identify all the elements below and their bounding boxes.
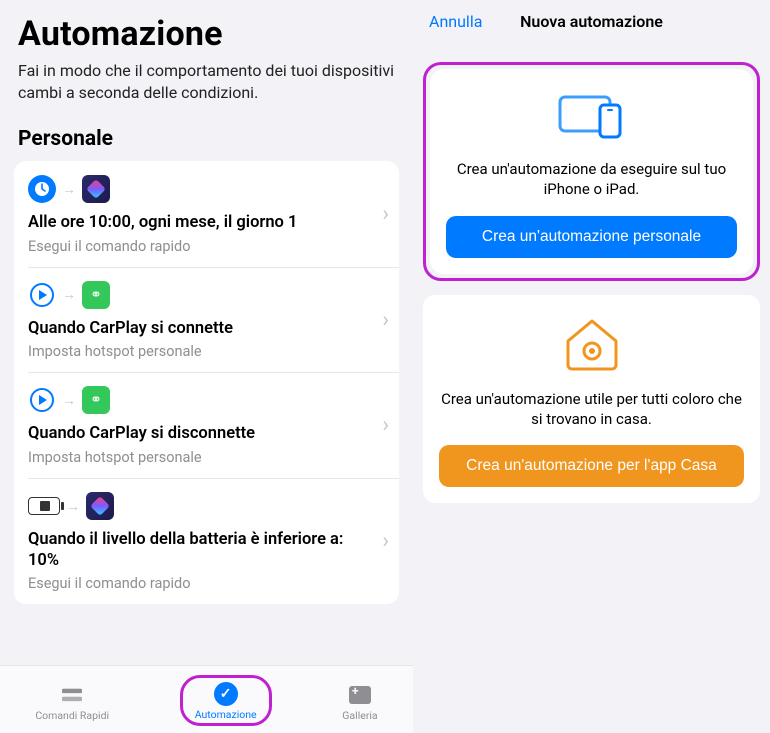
carplay-icon — [28, 281, 56, 309]
automation-subtitle: Esegui il comando rapido — [28, 238, 385, 255]
personal-automation-highlight: Crea un'automazione da eseguire sul tuo … — [423, 62, 760, 281]
check-circle-icon: ✓ — [212, 682, 240, 706]
tab-label: Automazione — [195, 708, 257, 721]
chevron-right-icon: › — [382, 413, 389, 438]
arrow-right-icon: → — [62, 181, 76, 198]
battery-icon — [28, 497, 60, 515]
chevron-right-icon: › — [382, 202, 389, 227]
link-icon: ⚭ — [82, 281, 110, 309]
chevron-right-icon: › — [382, 529, 389, 554]
cancel-button[interactable]: Annulla — [429, 12, 482, 31]
page-subtitle: Fai in modo che il comportamento dei tuo… — [18, 60, 395, 103]
automation-title: Quando CarPlay si connette — [28, 319, 385, 340]
automation-subtitle: Esegui il comando rapido — [28, 575, 385, 592]
shortcuts-app-icon — [82, 175, 110, 203]
automation-row[interactable]: → Alle ore 10:00, ogni mese, il giorno 1… — [14, 161, 399, 267]
automation-row[interactable]: → ⚭ Quando CarPlay si connette Imposta h… — [14, 267, 399, 373]
home-icon — [562, 317, 622, 371]
automation-subtitle: Imposta hotspot personale — [28, 449, 385, 466]
personal-card-text: Crea un'automazione da eseguire sul tuo … — [446, 159, 737, 200]
section-title-personale: Personale — [0, 111, 413, 161]
automation-list-screen: Automazione Fai in modo che il comportam… — [0, 0, 413, 733]
header: Automazione Fai in modo che il comportam… — [0, 0, 413, 111]
arrow-right-icon: → — [66, 498, 80, 515]
nav-title: Nuova automazione — [520, 12, 663, 31]
automation-title: Quando CarPlay si disconnette — [28, 424, 385, 445]
tab-bar: Comandi Rapidi ✓ Automazione Galleria — [0, 665, 413, 733]
gallery-icon — [346, 683, 374, 707]
tab-label: Comandi Rapidi — [35, 709, 109, 722]
arrow-right-icon: → — [62, 392, 76, 409]
create-home-automation-button[interactable]: Crea un'automazione per l'app Casa — [439, 445, 744, 487]
nav-bar: Annulla Nuova automazione — [423, 0, 760, 42]
chevron-right-icon: › — [382, 307, 389, 332]
tab-galleria[interactable]: Galleria — [342, 683, 377, 722]
home-automation-card: Crea un'automazione utile per tutti colo… — [423, 295, 760, 504]
shortcuts-app-icon — [86, 492, 114, 520]
layers-icon — [58, 683, 86, 707]
devices-icon — [554, 91, 630, 141]
tab-comandi-rapidi[interactable]: Comandi Rapidi — [35, 683, 109, 722]
link-icon: ⚭ — [82, 386, 110, 414]
active-tab-highlight: ✓ Automazione — [180, 675, 272, 726]
clock-icon — [28, 175, 56, 203]
automation-subtitle: Imposta hotspot personale — [28, 343, 385, 360]
tab-automazione[interactable]: ✓ Automazione — [195, 682, 257, 721]
carplay-icon — [28, 386, 56, 414]
new-automation-screen: Annulla Nuova automazione Crea un'automa… — [413, 0, 770, 733]
tab-label: Galleria — [342, 709, 377, 722]
create-personal-automation-button[interactable]: Crea un'automazione personale — [446, 216, 737, 258]
automation-title: Alle ore 10:00, ogni mese, il giorno 1 — [28, 213, 385, 234]
automation-list: → Alle ore 10:00, ogni mese, il giorno 1… — [14, 161, 399, 604]
automation-title: Quando il livello della batteria è infer… — [28, 530, 385, 571]
page-title: Automazione — [18, 14, 395, 54]
personal-automation-card: Crea un'automazione da eseguire sul tuo … — [430, 69, 753, 274]
automation-row[interactable]: → Quando il livello della batteria è inf… — [14, 478, 399, 604]
automation-row[interactable]: → ⚭ Quando CarPlay si disconnette Impost… — [14, 372, 399, 478]
arrow-right-icon: → — [62, 286, 76, 303]
home-card-text: Crea un'automazione utile per tutti colo… — [439, 389, 744, 430]
